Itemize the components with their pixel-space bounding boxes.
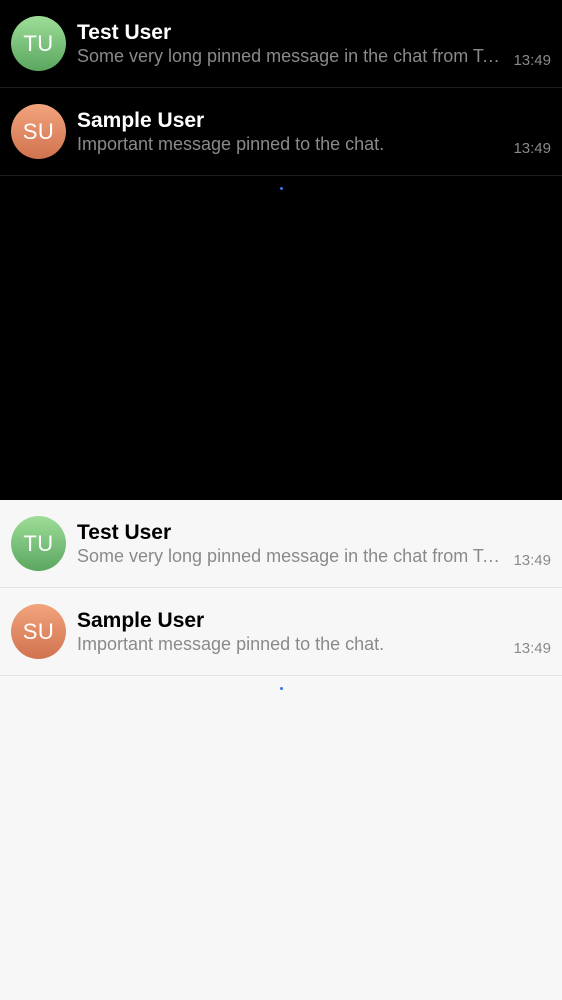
sender-name: Sample User (77, 109, 205, 132)
loading-indicator-dot (280, 687, 283, 690)
avatar: TU (11, 16, 66, 71)
sender-name: Sample User (77, 609, 205, 632)
list-item[interactable]: TU Test User Some very long pinned messa… (0, 0, 562, 88)
timestamp: 13:49 (513, 552, 551, 569)
message-preview: Important message pinned to the chat. (77, 134, 385, 154)
avatar: SU (11, 104, 66, 159)
sender-name: Test User (77, 521, 172, 544)
message-preview: Important message pinned to the chat. (77, 634, 385, 654)
avatar: SU (11, 604, 66, 659)
pinned-list-light: TU Test User Some very long pinned messa… (0, 500, 562, 1000)
list-item[interactable]: TU Test User Some very long pinned messa… (0, 500, 562, 588)
timestamp: 13:49 (513, 640, 551, 657)
timestamp: 13:49 (513, 140, 551, 157)
sender-name: Test User (77, 21, 172, 44)
message-preview: Some very long pinned message in the cha… (77, 46, 501, 66)
avatar: TU (11, 516, 66, 571)
message-preview: Some very long pinned message in the cha… (77, 546, 501, 566)
loading-indicator-dot (280, 187, 283, 190)
list-item[interactable]: SU Sample User Important message pinned … (0, 88, 562, 176)
pinned-list-dark: TU Test User Some very long pinned messa… (0, 0, 562, 500)
list-item[interactable]: SU Sample User Important message pinned … (0, 588, 562, 676)
timestamp: 13:49 (513, 52, 551, 69)
